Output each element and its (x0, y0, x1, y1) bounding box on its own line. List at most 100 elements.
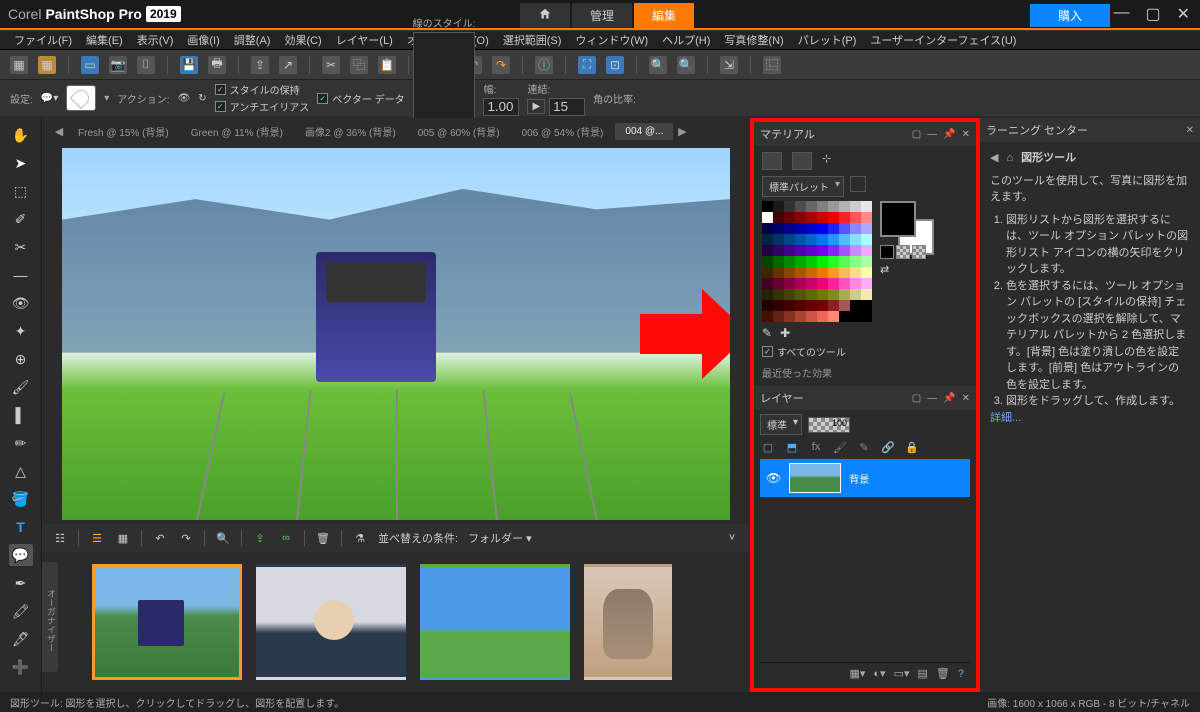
color-swatch[interactable] (762, 278, 773, 289)
panel-window-icon[interactable]: ▢ (912, 129, 921, 140)
menu-window[interactable]: ウィンドウ(W) (575, 32, 648, 48)
color-swatch[interactable] (817, 223, 828, 234)
makeover-tool[interactable]: ✦ (9, 320, 33, 342)
art-media-tool[interactable]: 🖍 (9, 600, 33, 622)
color-swatch[interactable] (795, 223, 806, 234)
color-swatch[interactable] (806, 245, 817, 256)
close-button[interactable]: ✕ (1173, 2, 1194, 26)
color-swatch[interactable] (839, 300, 850, 311)
straighten-tool[interactable]: — (9, 264, 33, 286)
mini-pattern[interactable] (912, 245, 926, 259)
cut-icon[interactable]: ✂ (322, 56, 340, 74)
color-swatch[interactable] (817, 311, 828, 322)
color-swatch[interactable] (784, 278, 795, 289)
collapse-icon[interactable]: ˅ (724, 530, 740, 546)
color-swatch[interactable] (773, 245, 784, 256)
menu-effects[interactable]: 効果(C) (284, 32, 321, 48)
gradient-tool[interactable]: ▌ (9, 404, 33, 426)
preset-dropdown-icon[interactable]: 💬▾ (41, 93, 58, 104)
color-swatch[interactable] (861, 245, 872, 256)
panel-close-icon[interactable]: ✕ (962, 393, 970, 404)
color-swatch[interactable] (784, 289, 795, 300)
layer-row[interactable]: 👁 背景 (760, 459, 970, 497)
learning-panel-header[interactable]: ラーニング センター ✕ (980, 118, 1200, 142)
new-layer-icon[interactable]: ▢ (760, 439, 776, 455)
color-swatch[interactable] (850, 201, 861, 212)
rotate-right-icon[interactable]: ↷ (178, 530, 194, 546)
menu-adjust[interactable]: 調整(A) (234, 32, 271, 48)
share2-icon[interactable]: ⇪ (252, 530, 268, 546)
fx-icon[interactable]: fx (808, 439, 824, 455)
zoom-icon[interactable]: 🔍 (215, 530, 231, 546)
delete-icon[interactable]: 🗑 (315, 530, 331, 546)
color-swatch[interactable] (762, 223, 773, 234)
doc-tab[interactable]: Green @ 11% (背景) (181, 121, 293, 142)
edit-tab[interactable]: 編集 (634, 3, 694, 28)
color-swatch[interactable] (839, 256, 850, 267)
panel-min-icon[interactable]: ― (927, 393, 937, 404)
redo-icon[interactable]: ↷ (492, 56, 510, 74)
copy-icon[interactable]: ⿻ (350, 56, 368, 74)
color-swatch[interactable] (795, 289, 806, 300)
color-swatch[interactable] (850, 267, 861, 278)
grid-icon[interactable]: ▦ (115, 530, 131, 546)
color-swatch[interactable] (817, 212, 828, 223)
menu-view[interactable]: 表示(V) (137, 32, 174, 48)
minimize-button[interactable]: ― (1109, 2, 1133, 26)
shape-tool[interactable]: 💬 (9, 544, 33, 566)
tube-tool[interactable]: 🖋 (9, 628, 33, 650)
batch-icon[interactable]: ⿺ (763, 56, 781, 74)
menu-file[interactable]: ファイル(F) (14, 32, 72, 48)
home-tab[interactable] (520, 3, 570, 28)
color-swatch[interactable] (773, 300, 784, 311)
layers-panel-header[interactable]: レイヤー ▢ ― 📌 ✕ (754, 386, 976, 410)
zoom-out-icon[interactable]: 🔍 (649, 56, 667, 74)
filter-icon[interactable]: ⚗ (352, 530, 368, 546)
select-tool[interactable]: ⬚ (9, 180, 33, 202)
help-layer-icon[interactable]: ? (958, 668, 964, 680)
color-swatch[interactable] (861, 223, 872, 234)
color-swatch[interactable] (850, 256, 861, 267)
color-swatch[interactable] (817, 245, 828, 256)
color-swatch[interactable] (784, 300, 795, 311)
doc-tab[interactable]: 006 @ 54% (背景) (512, 121, 614, 142)
text-tool[interactable]: T (9, 516, 33, 538)
buy-button[interactable]: 購入 (1030, 4, 1110, 27)
color-swatch[interactable] (861, 256, 872, 267)
swap-colors-icon[interactable]: ⇄ (880, 263, 889, 276)
color-swatch[interactable] (850, 223, 861, 234)
antialias-checkbox[interactable]: ✓アンチエイリアス (215, 99, 310, 114)
color-swatch[interactable] (762, 311, 773, 322)
color-swatch[interactable] (795, 245, 806, 256)
foreground-color[interactable] (880, 201, 916, 237)
color-swatch[interactable] (839, 245, 850, 256)
clone-tool[interactable]: ⊕ (9, 348, 33, 370)
opacity-slider[interactable]: 100 (808, 417, 850, 433)
color-swatch[interactable] (839, 289, 850, 300)
color-swatch[interactable] (839, 234, 850, 245)
color-swatch[interactable] (806, 267, 817, 278)
materials-panel-header[interactable]: マテリアル ▢ ― 📌 ✕ (754, 122, 976, 146)
color-swatch[interactable] (806, 223, 817, 234)
thumbnail[interactable] (256, 564, 406, 680)
visibility-icon[interactable]: 👁 (766, 471, 781, 485)
share-icon[interactable]: ⇪ (251, 56, 269, 74)
color-swatch[interactable] (784, 234, 795, 245)
color-swatch[interactable] (795, 234, 806, 245)
thumbnail[interactable] (584, 564, 672, 680)
maximize-button[interactable]: ▢ (1141, 2, 1164, 26)
color-swatch[interactable] (850, 245, 861, 256)
thumbnail[interactable] (420, 564, 570, 680)
brush2-icon[interactable]: 🖌 (832, 439, 848, 455)
layer-edit-icon[interactable]: ✎ (856, 439, 872, 455)
learn-details-link[interactable]: 詳細... (990, 412, 1021, 424)
fill-tool[interactable]: 🪣 (9, 488, 33, 510)
action-refresh-icon[interactable]: ↻ (198, 93, 206, 104)
doc-tab[interactable]: 005 @ 60% (背景) (408, 121, 510, 142)
paste-icon[interactable]: 📋 (378, 56, 396, 74)
color-swatch[interactable] (773, 311, 784, 322)
color-swatch[interactable] (839, 278, 850, 289)
save-icon[interactable]: 💾 (180, 56, 198, 74)
mini-transparent[interactable] (896, 245, 910, 259)
color-swatch[interactable] (773, 234, 784, 245)
